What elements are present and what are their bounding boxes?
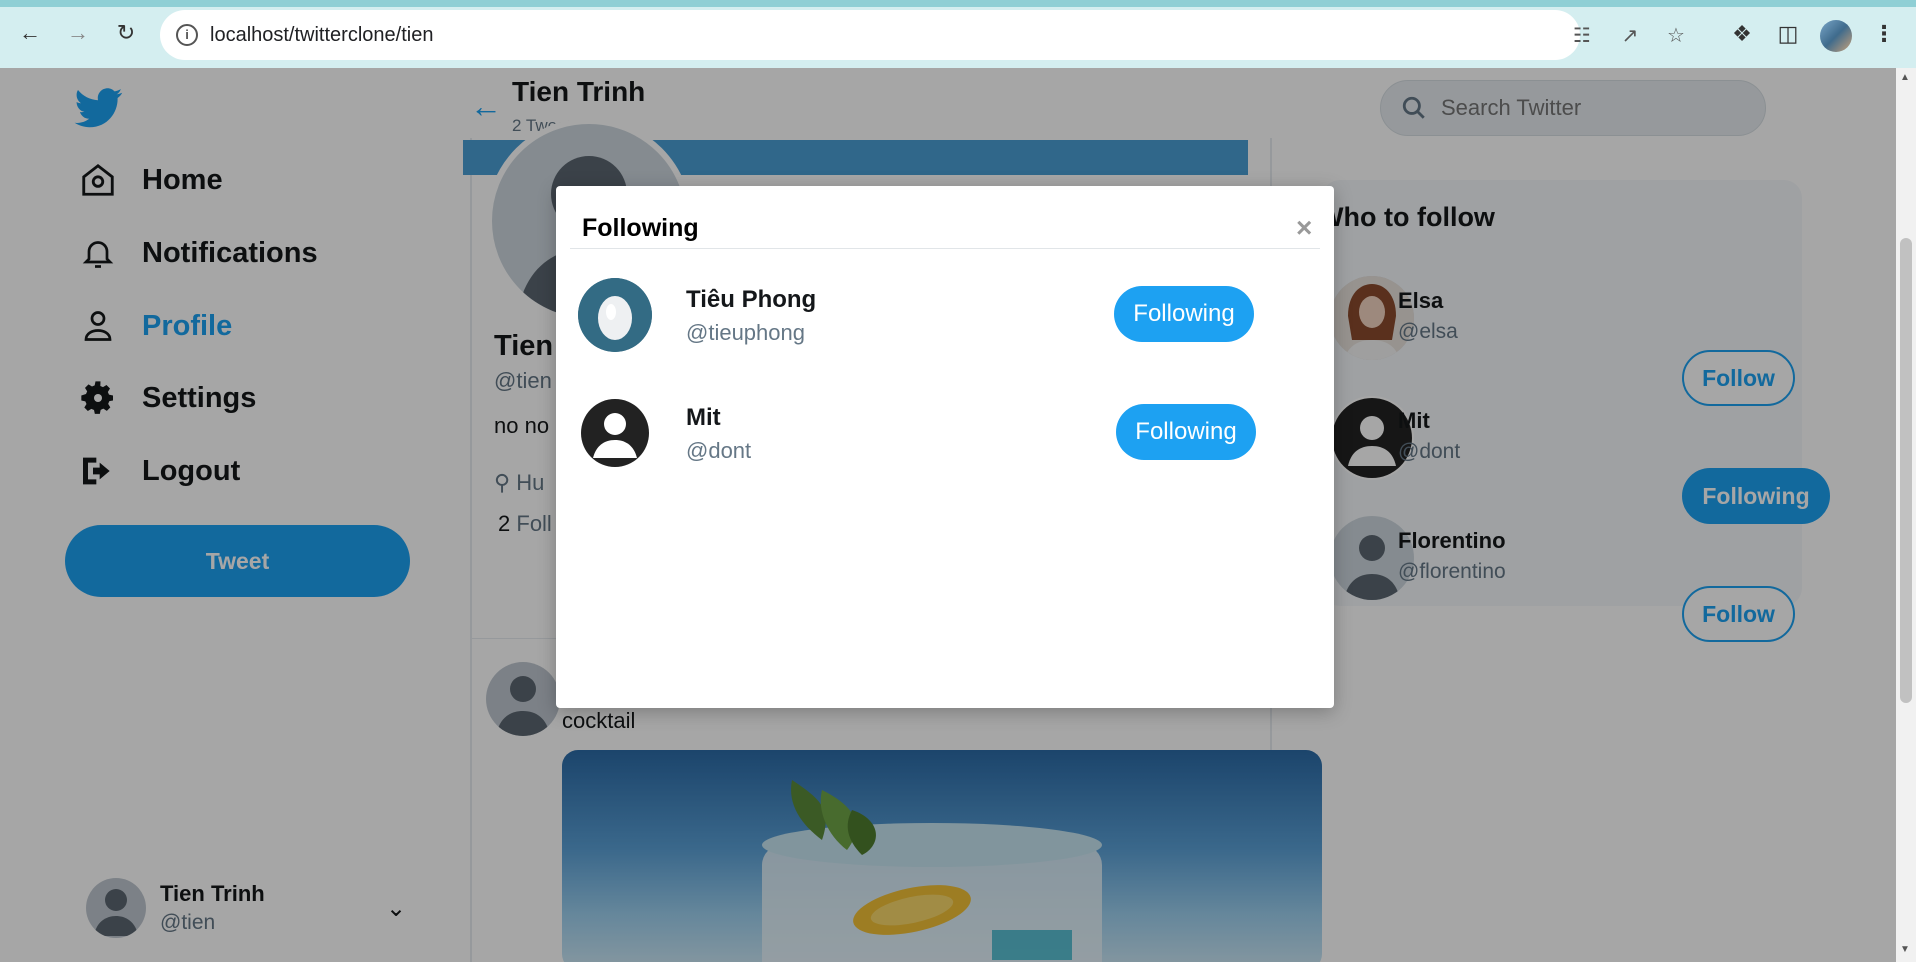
scroll-down-icon[interactable]: ▼ <box>1900 944 1910 955</box>
site-info-icon[interactable]: i <box>176 24 198 46</box>
forward-icon[interactable]: → <box>62 17 94 49</box>
following-user-handle: @tieuphong <box>686 320 805 345</box>
list-item: Tiêu Phong @tieuphong Following <box>556 278 1334 368</box>
close-icon[interactable]: × <box>1296 214 1312 242</box>
browser-profile-avatar[interactable] <box>1820 20 1852 52</box>
modal-title: Following <box>582 214 699 242</box>
scrollbar-thumb[interactable] <box>1900 238 1912 703</box>
following-modal: Following × Tiêu Phong @tieuphong Follow… <box>556 186 1334 708</box>
share-icon[interactable]: ↗ <box>1616 22 1644 50</box>
bookmark-star-icon[interactable]: ☆ <box>1662 22 1690 50</box>
translate-icon[interactable]: ☷ <box>1568 22 1596 50</box>
back-icon[interactable]: ← <box>14 17 46 49</box>
tab-strip <box>0 0 1916 7</box>
following-user-name[interactable]: Tiêu Phong <box>686 286 816 314</box>
extensions-icon[interactable]: ❖ <box>1728 20 1756 48</box>
browser-toolbar: ← → ↻ i localhost/twitterclone/tien ☷ ↗ … <box>0 0 1916 68</box>
address-bar[interactable]: i localhost/twitterclone/tien ☷ ↗ ☆ <box>160 10 1685 60</box>
avatar[interactable] <box>578 278 652 352</box>
divider <box>570 248 1320 249</box>
avatar[interactable] <box>578 396 652 470</box>
reload-icon[interactable]: ↻ <box>110 17 142 49</box>
url-text[interactable]: localhost/twitterclone/tien <box>210 24 433 47</box>
browser-menu-icon[interactable]: ⋮ <box>1870 20 1898 48</box>
scroll-up-icon[interactable]: ▲ <box>1900 72 1910 83</box>
following-button[interactable]: Following <box>1114 286 1254 342</box>
side-panel-icon[interactable]: ◫ <box>1774 20 1802 48</box>
following-user-name[interactable]: Mit <box>686 404 721 432</box>
following-button[interactable]: Following <box>1116 404 1256 460</box>
page-scrollbar[interactable]: ▲ ▼ <box>1896 68 1916 962</box>
list-item: Mit @dont Following <box>556 396 1334 486</box>
following-user-handle: @dont <box>686 438 752 463</box>
